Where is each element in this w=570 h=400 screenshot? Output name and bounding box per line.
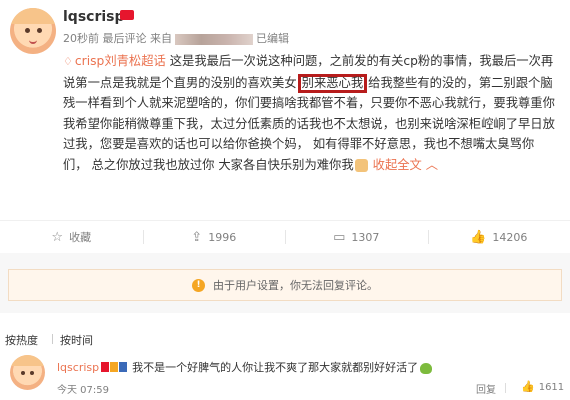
user-badge-icon: [120, 10, 134, 20]
favorite-button[interactable]: ☆ 收藏: [0, 221, 143, 253]
sort-bar: 按热度 按时间: [0, 322, 570, 348]
repost-button[interactable]: ⇪ 1996: [142, 221, 286, 253]
comment-like-button[interactable]: 👍 1611: [521, 380, 564, 393]
post-meta: 20秒前 最后评论 来自 已编辑: [63, 30, 289, 46]
thumbs-up-icon: 👍: [521, 380, 535, 393]
repost-icon: ⇪: [191, 229, 203, 245]
post-time: 20秒前 最后评论 来自: [63, 32, 172, 45]
comment-avatar[interactable]: [10, 355, 45, 390]
comment-item: lqscrisp 我不是一个好脾气的人你让我不爽了那大家就都别好好活了: [57, 359, 433, 375]
comment-time: 今天 07:59: [57, 385, 109, 396]
user-avatar[interactable]: [10, 8, 56, 54]
comment-icon: ▭: [333, 229, 346, 245]
thumbs-up-icon: 👍: [470, 229, 487, 245]
highlighted-text: 别来恶心我: [297, 73, 368, 93]
post-body: ♢ crisp刘青松超话 这是我最后一次说这种问题，之前发的有关cp粉的事情，我最…: [63, 51, 558, 176]
post-username[interactable]: lqscrisp: [63, 9, 125, 25]
blurred-source: [175, 33, 253, 45]
action-bar: ☆ 收藏 ⇪ 1996 ▭ 1307 👍 14206: [0, 220, 570, 254]
star-icon: ☆: [51, 229, 64, 245]
cat-emoji-icon: [354, 158, 368, 172]
reply-disabled-notice: ! 由于用户设置，你无法回复评论。: [8, 269, 562, 301]
supertopic-link[interactable]: crisp刘青松超话: [75, 54, 166, 68]
post-card: lqscrisp 20秒前 最后评论 来自 已编辑 ♢ crisp刘青松超话 这是我…: [0, 0, 570, 400]
supertopic-icon: ♢: [63, 55, 73, 68]
comment-username[interactable]: lqscrisp: [57, 361, 99, 374]
reply-button[interactable]: 回复: [476, 381, 496, 396]
sort-by-hot[interactable]: 按热度: [5, 332, 38, 348]
user-badges-icon: [101, 361, 128, 375]
warning-icon: !: [192, 278, 205, 292]
like-button[interactable]: 👍 14206: [427, 221, 570, 253]
comment-button[interactable]: ▭ 1307: [285, 221, 428, 253]
notice-area: ! 由于用户设置，你无法回复评论。: [0, 253, 570, 313]
comment-text: 我不是一个好脾气的人你让我不爽了那大家就都别好好活了: [132, 361, 419, 374]
sort-by-time[interactable]: 按时间: [60, 332, 93, 348]
collapse-link[interactable]: 收起全文 ︿: [373, 158, 438, 172]
frog-emoji-icon: [420, 362, 433, 374]
edited-label: 已编辑: [256, 32, 289, 45]
